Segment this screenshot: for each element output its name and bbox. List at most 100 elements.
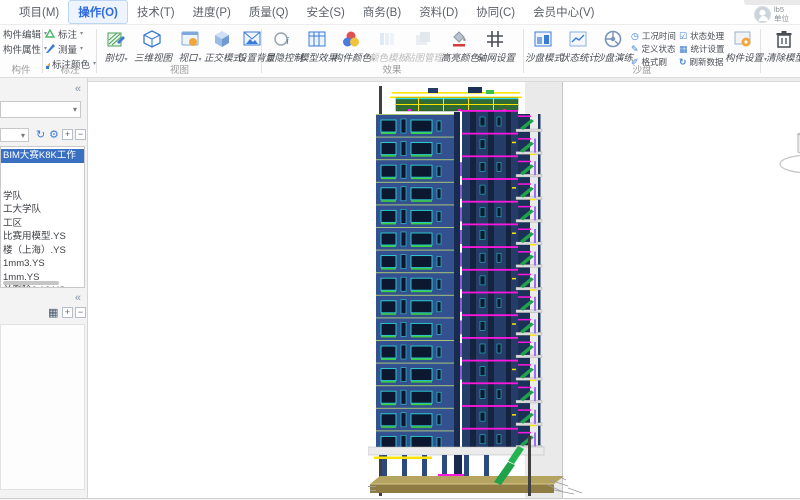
menu-item-tech[interactable]: 技术(T) [128, 1, 184, 23]
clock-icon: ◷ [631, 30, 639, 41]
section-cut-button[interactable]: 剖切▾ [98, 28, 134, 64]
table-icon: ▦ [679, 43, 688, 54]
menu-item-schedule[interactable]: 进度(P) [184, 1, 240, 23]
sandbox-playback-button[interactable]: 沙盘演练 [595, 28, 633, 64]
check-icon: ☑ [679, 30, 688, 41]
clear-model-button[interactable]: 清除模型 [766, 28, 800, 64]
user-name: lb5 [774, 5, 785, 14]
filter-dropdown[interactable]: ▾ [0, 128, 29, 142]
viewport-button[interactable]: 视口▾ [172, 28, 208, 64]
viewcube[interactable] [758, 122, 800, 184]
viewcube-icon [779, 132, 800, 174]
horizontal-scrollbar[interactable] [3, 281, 59, 285]
paint-bucket-icon [453, 31, 466, 47]
stats-chart-icon [569, 31, 587, 47]
ortho-mode-button[interactable]: 正交模式▾ [204, 28, 246, 64]
tree-item[interactable]: 工大学队 [1, 203, 84, 217]
group-caption: 标注 [60, 65, 80, 76]
menu-item-project[interactable]: 项目(M) [10, 1, 68, 23]
menu-item-docs[interactable]: 资料(D) [410, 1, 467, 23]
ribbon-group-component: 构件编辑 ▾ 构件属性 ▾ 构件 [0, 25, 47, 77]
ribbon-group-sandbox: 沙盘模式 状态统计 沙盘演练 ◷ 工况时间 ✎ 定义状态 ✐ 格式刷 ☑ 状态处… [525, 25, 767, 77]
gear-icon[interactable]: ⚙ [49, 128, 59, 141]
status-stats-button[interactable]: 状态统计 [560, 28, 598, 64]
panel2-collapse2-button[interactable]: − [75, 307, 86, 318]
model-select-dropdown[interactable]: ▾ [0, 101, 81, 118]
ribbon-group-annotate: 标注 ▾ 测量 ▾ 标注颜色 ▾ 标注 [44, 25, 96, 77]
status-handle-button[interactable]: ☑ 状态处理 [679, 29, 725, 42]
menu-item-quality[interactable]: 质量(Q) [240, 1, 298, 23]
group-caption: 沙盘 [632, 65, 652, 76]
highlight-color-button[interactable]: 高亮颜色▾ [441, 28, 483, 64]
ribbon-group-effects: i 显隐控制 模型效果 构件颜色▾ 颜色模板 贴图管理 高亮颜色▾ 轴网设置 效… [263, 25, 521, 77]
grid-settings-button[interactable]: 轴网设置 [477, 28, 515, 64]
component-props-button[interactable]: 构件属性 ▾ [1, 42, 47, 56]
tree-item-selected[interactable]: BIM大赛K8K工作 [1, 149, 84, 163]
measure-button[interactable]: 测量 ▾ [45, 42, 96, 56]
define-status-button[interactable]: ✎ 定义状态 [631, 42, 677, 55]
wheel-icon [604, 30, 622, 48]
background-image-icon [243, 31, 261, 46]
ortho-cube-icon [215, 31, 229, 47]
group-caption: 视图 [169, 65, 189, 76]
ribbon-separator [42, 29, 43, 73]
visibility-control-button[interactable]: i 显隐控制 [265, 28, 303, 64]
left-sidebar: « ▾ ▾ ↻ ⚙ + − BIM大赛K8K工作 学队 工大学队 工区 比赛用模… [0, 78, 88, 498]
component-edit-button[interactable]: 构件编辑 ▾ [1, 27, 47, 41]
viewport-icon [181, 31, 199, 46]
model-effect-icon [308, 31, 326, 47]
menu-item-member[interactable]: 会员中心(V) [524, 1, 603, 23]
stats-settings-button[interactable]: ▦ 统计设置 [679, 42, 725, 55]
chevron-down-icon: ▾ [20, 131, 25, 140]
menu-item-safety[interactable]: 安全(S) [298, 1, 354, 23]
pencil-icon: ✎ [631, 43, 639, 54]
panel-collapse-button[interactable]: « [75, 83, 81, 95]
panel2-expand-button[interactable]: + [62, 307, 73, 318]
menu-item-operate[interactable]: 操作(O) [68, 0, 128, 24]
view-3d-button[interactable]: 三维视图 [134, 28, 172, 64]
tree-item[interactable]: 工区 [1, 217, 84, 231]
collapse-all-button[interactable]: − [75, 129, 86, 140]
component-gear-icon [734, 31, 751, 47]
tree-item[interactable]: 楼（上海）.YS [1, 244, 84, 258]
texture-manage-button: 贴图管理 [405, 28, 443, 64]
grid-filter-icon[interactable]: ▦ [48, 306, 58, 319]
trash-icon [776, 31, 792, 48]
refresh-icon[interactable]: ↻ [36, 128, 45, 141]
panel2-content-area [0, 324, 85, 490]
chevron-down-icon: ▾ [72, 105, 77, 114]
color-template-icon [380, 33, 394, 45]
tree-item[interactable] [1, 176, 84, 190]
ribbon-separator [96, 29, 97, 73]
annotate-button[interactable]: 标注 ▾ [45, 27, 96, 41]
model-effect-button[interactable]: 模型效果 [299, 28, 337, 64]
component-settings-button[interactable]: 构件设置▾ [725, 28, 767, 64]
ribbon-group-clear: 清除模型 [766, 25, 800, 77]
axis-grid-icon [487, 31, 503, 47]
tree-item[interactable]: 学队 [1, 190, 84, 204]
visibility-icon: i [274, 32, 289, 47]
group-caption: 构件 [11, 65, 31, 76]
building-3d-model[interactable] [368, 84, 603, 498]
user-account[interactable]: lb5 单位 [754, 4, 800, 24]
ribbon-separator [523, 29, 524, 73]
viewport-3d[interactable] [88, 81, 800, 498]
tree-item[interactable]: 1mm3.YS [1, 257, 84, 271]
menubar: 项目(M) 操作(O) 技术(T) 进度(P) 质量(Q) 安全(S) 商务(B… [0, 0, 800, 25]
ribbon-group-view: 剖切▾ 三维视图 视口▾ 正交模式▾ 设置背景 视图 [98, 25, 275, 77]
model-tree[interactable]: BIM大赛K8K工作 学队 工大学队 工区 比赛用模型.YS 楼（上海）.YS … [0, 146, 85, 288]
texture-icon [416, 32, 430, 45]
worktime-button[interactable]: ◷ 工况时间 [631, 29, 677, 42]
sandbox-mode-button[interactable]: 沙盘模式 [525, 28, 563, 64]
tree-item[interactable] [1, 163, 84, 177]
menu-item-business[interactable]: 商务(B) [354, 1, 410, 23]
measure-pen-icon [46, 44, 55, 53]
panel2-collapse-button[interactable]: « [75, 292, 81, 304]
component-color-button[interactable]: 构件颜色▾ [333, 28, 375, 64]
tree-item[interactable]: 比赛用模型.YS [1, 230, 84, 244]
menu-item-collab[interactable]: 协同(C) [467, 1, 524, 23]
svg-text:i: i [286, 35, 289, 47]
section-cut-icon [107, 32, 125, 47]
expand-all-button[interactable]: + [62, 129, 73, 140]
group-caption: 效果 [382, 65, 402, 76]
